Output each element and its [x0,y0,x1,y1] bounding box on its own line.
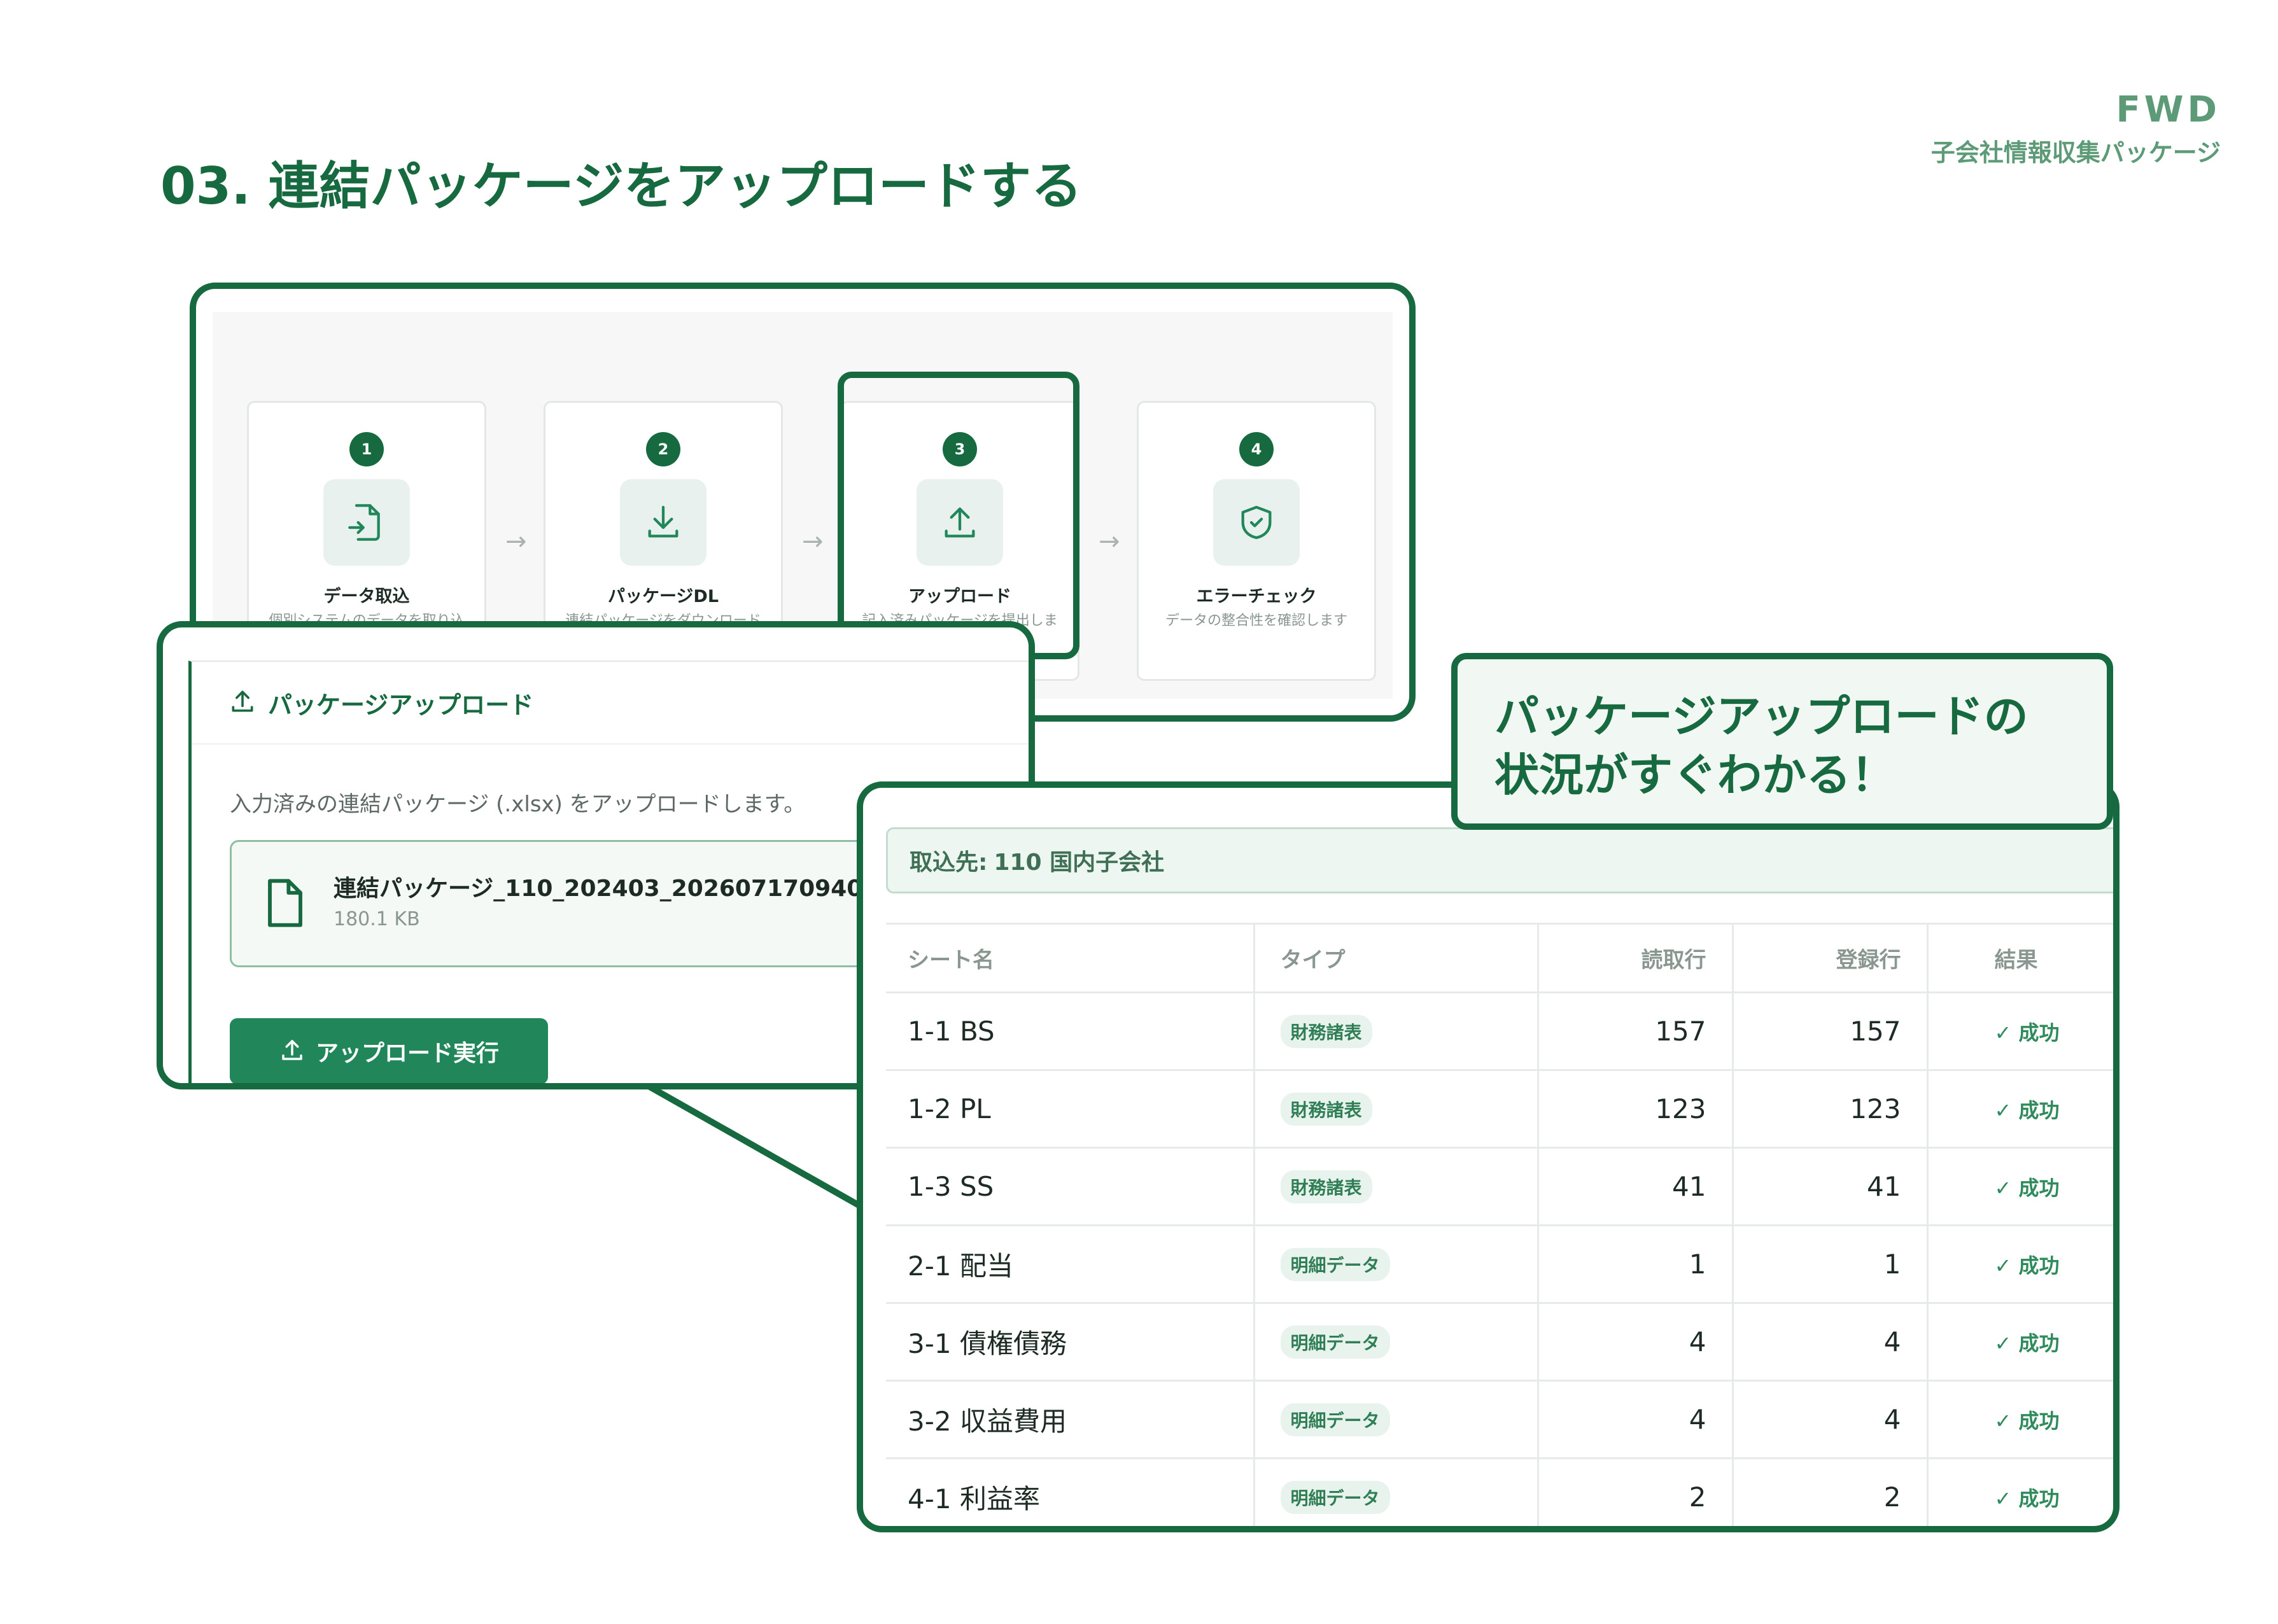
sheet-name: 3-2 収益費用 [886,1380,1254,1459]
sheet-name: 1-3 SS [886,1147,1254,1226]
step-3-highlight [838,372,1079,659]
table-row[interactable]: 3-1 債権債務 明細データ 4 4 ✓ 成功 [886,1303,2113,1382]
file-icon [265,878,306,931]
type-cell: 明細データ [1253,1225,1538,1304]
column-header-read[interactable]: 読取行 [1536,923,1733,993]
result-cell: ✓ 成功 [1926,1303,2113,1382]
read-rows: 4 [1536,1380,1733,1459]
table-row[interactable]: 1-1 BS 財務諸表 157 157 ✓ 成功 [886,992,2113,1071]
step-desc: データの整合性を確認します [1165,613,1347,629]
read-rows: 2 [1536,1458,1733,1526]
table-row[interactable]: 1-3 SS 財務諸表 41 41 ✓ 成功 [886,1147,2113,1226]
registered-rows: 1 [1731,1225,1927,1304]
type-badge: 財務諸表 [1280,1170,1372,1203]
result-success: ✓ 成功 [1994,1098,2060,1123]
registered-rows: 4 [1731,1380,1927,1459]
upload-execute-button[interactable]: アップロード実行 [230,1018,548,1083]
import-destination: 取込先: 110 国内子会社 [886,827,2113,893]
upload-header-label: パッケージアップロード [268,690,534,719]
type-badge: 明細データ [1280,1403,1390,1436]
callout-box: パッケージアップロードの 状況がすぐわかる！ [1451,653,2113,830]
upload-icon [229,687,257,718]
file-import-icon [323,479,410,566]
sheet-name: 1-1 BS [886,992,1254,1071]
result-cell: ✓ 成功 [1926,1225,2113,1304]
result-cell: ✓ 成功 [1926,1458,2113,1526]
step-label: パッケージDL [607,587,719,606]
step-number: 1 [349,432,384,466]
arrow-right-icon: → [802,527,824,556]
read-rows: 1 [1536,1225,1733,1304]
file-name: 連結パッケージ_110_202403_20260717094047 [334,876,895,902]
step-card-4[interactable]: 4 エラーチェック データの整合性を確認します [1137,401,1376,681]
result-success: ✓ 成功 [1994,1331,2060,1355]
column-header-sheet[interactable]: シート名 [886,923,1254,993]
arrow-right-icon: → [505,527,527,556]
type-badge: 明細データ [1280,1247,1390,1281]
sheet-name: 1-2 PL [886,1070,1254,1149]
registered-rows: 4 [1731,1303,1927,1382]
table-row[interactable]: 2-1 配当 明細データ 1 1 ✓ 成功 [886,1225,2113,1304]
upload-header: パッケージアップロード [192,662,1029,745]
arrow-right-icon: → [1099,527,1120,556]
table-row[interactable]: 3-2 収益費用 明細データ 4 4 ✓ 成功 [886,1380,2113,1459]
column-header-type[interactable]: タイプ [1253,923,1538,993]
result-cell: ✓ 成功 [1926,1147,2113,1226]
shield-check-icon [1213,479,1300,566]
file-size: 180.1 KB [334,908,420,930]
registered-rows: 41 [1731,1147,1927,1226]
type-cell: 明細データ [1253,1458,1538,1526]
result-cell: ✓ 成功 [1926,992,2113,1071]
table-header-row: シート名 タイプ 読取行 登録行 結果 [886,923,2113,993]
result-success: ✓ 成功 [1994,1408,2060,1433]
upload-description: 入力済みの連結パッケージ (.xlsx) をアップロードします。 [230,792,806,817]
column-header-result[interactable]: 結果 [1926,923,2113,993]
registered-rows: 123 [1731,1070,1927,1149]
sheet-name: 4-1 利益率 [886,1458,1254,1526]
type-badge: 明細データ [1280,1480,1390,1514]
type-cell: 財務諸表 [1253,1070,1538,1149]
result-success: ✓ 成功 [1994,1020,2060,1045]
sheet-name: 3-1 債権債務 [886,1303,1254,1382]
upload-icon [279,1037,306,1066]
read-rows: 4 [1536,1303,1733,1382]
registered-rows: 157 [1731,992,1927,1071]
type-badge: 明細データ [1280,1325,1390,1359]
read-rows: 123 [1536,1070,1733,1149]
results-table: シート名 タイプ 読取行 登録行 結果 1-1 BS 財務諸表 157 157 … [886,923,2113,1526]
type-badge: 財務諸表 [1280,1014,1372,1048]
destination-value: 110 国内子会社 [994,850,1165,876]
table-row[interactable]: 1-2 PL 財務諸表 123 123 ✓ 成功 [886,1070,2113,1149]
step-label: エラーチェック [1196,587,1317,606]
result-cell: ✓ 成功 [1926,1070,2113,1149]
type-cell: 明細データ [1253,1380,1538,1459]
results-panel: 取込先: 110 国内子会社 シート名 タイプ 読取行 登録行 結果 1-1 B… [857,781,2120,1532]
result-cell: ✓ 成功 [1926,1380,2113,1459]
step-number: 4 [1239,432,1274,466]
download-icon [620,479,707,566]
callout-text: パッケージアップロードの 状況がすぐわかる！ [1494,690,2028,801]
step-number: 2 [646,432,680,466]
sheet-name: 2-1 配当 [886,1225,1254,1304]
table-row[interactable]: 4-1 利益率 明細データ 2 2 ✓ 成功 [886,1458,2113,1526]
result-success: ✓ 成功 [1994,1175,2060,1200]
column-header-registered[interactable]: 登録行 [1731,923,1927,993]
destination-label: 取込先: [910,850,988,876]
type-cell: 明細データ [1253,1303,1538,1382]
registered-rows: 2 [1731,1458,1927,1526]
result-success: ✓ 成功 [1994,1253,2060,1278]
read-rows: 157 [1536,992,1733,1071]
type-cell: 財務諸表 [1253,992,1538,1071]
type-badge: 財務諸表 [1280,1092,1372,1126]
type-cell: 財務諸表 [1253,1147,1538,1226]
upload-button-label: アップロード実行 [315,1040,499,1067]
read-rows: 41 [1536,1147,1733,1226]
step-label: データ取込 [323,587,410,606]
result-success: ✓ 成功 [1994,1486,2060,1511]
